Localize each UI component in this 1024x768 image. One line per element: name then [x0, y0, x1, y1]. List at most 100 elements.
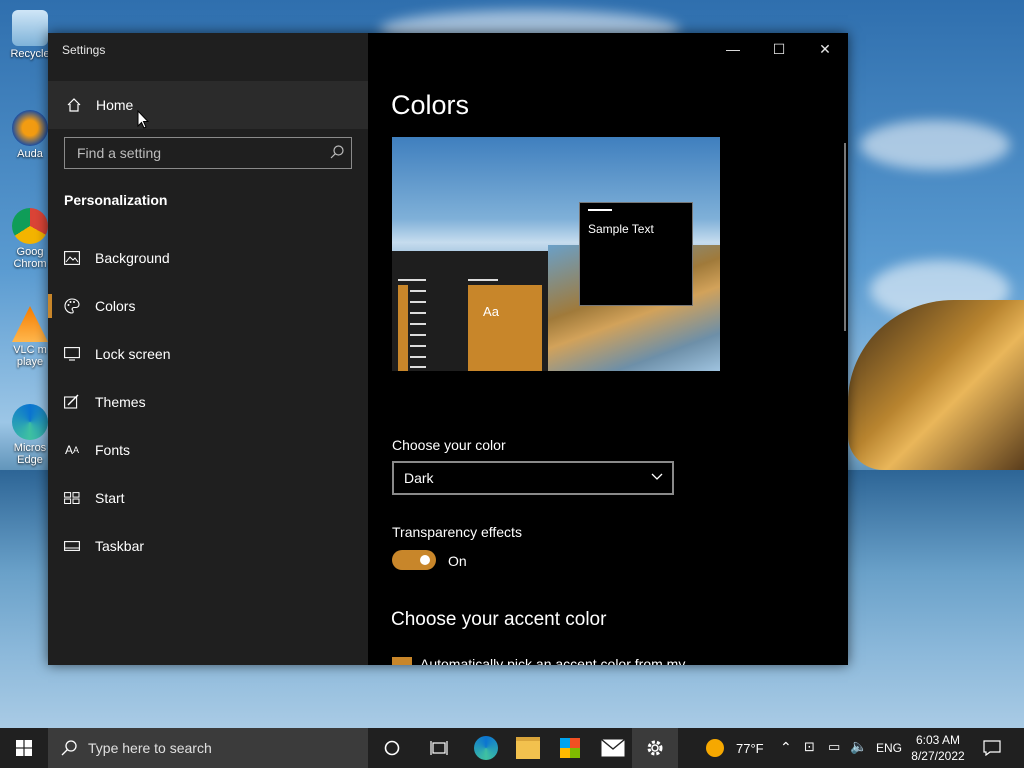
desktop-cloud	[860, 120, 1010, 170]
desktop-icon-audacity[interactable]: Auda	[6, 110, 54, 160]
desktop-rock	[848, 300, 1024, 470]
folder-icon	[516, 737, 540, 759]
image-icon	[64, 250, 80, 266]
meet-now-icon[interactable]: ⊡	[804, 739, 815, 755]
taskbar: Type here to search 77°F ⌃ ⊡ ▭ 🔈 ENG 6:0…	[0, 728, 1024, 768]
taskbar-icon	[64, 538, 80, 554]
preview-line	[410, 345, 426, 347]
vlc-icon	[12, 306, 48, 342]
chevron-down-icon	[651, 473, 663, 480]
choose-color-label: Choose your color	[392, 437, 506, 453]
store-button[interactable]	[547, 728, 593, 768]
notification-icon	[983, 740, 1001, 756]
sidebar-item-colors[interactable]: Colors	[48, 282, 368, 330]
sidebar-item-start[interactable]: Start	[48, 474, 368, 522]
preview-line	[410, 312, 426, 314]
cortana-button[interactable]	[369, 728, 415, 768]
weather-sun-icon	[706, 739, 724, 757]
home-icon	[67, 98, 81, 112]
preview-accent-strip	[398, 285, 408, 371]
language-indicator[interactable]: ENG	[876, 741, 902, 755]
accent-auto-checkbox[interactable]	[392, 657, 412, 665]
preview-line	[410, 334, 426, 336]
taskbar-search-placeholder: Type here to search	[88, 740, 212, 756]
toggle-knob	[420, 555, 430, 565]
preview-sample-bar	[588, 209, 612, 211]
window-title: Settings	[62, 43, 106, 57]
preview-line	[410, 290, 426, 292]
weather-temperature[interactable]: 77°F	[736, 741, 764, 756]
home-label: Home	[96, 97, 134, 113]
chrome-icon	[12, 208, 48, 244]
sidebar-item-label: Background	[95, 250, 170, 266]
choose-color-dropdown[interactable]: Dark	[392, 461, 674, 495]
transparency-label: Transparency effects	[392, 524, 522, 540]
preview-line	[410, 356, 426, 358]
desktop-icon-label: Auda	[17, 148, 43, 160]
sidebar-item-taskbar[interactable]: Taskbar	[48, 522, 368, 570]
sidebar-item-fonts[interactable]: AA Fonts	[48, 426, 368, 474]
sidebar-item-label: Fonts	[95, 442, 131, 458]
recycle-bin-icon	[12, 10, 48, 46]
preview-line	[410, 301, 426, 303]
start-button[interactable]	[0, 728, 48, 768]
sidebar-item-label: Taskbar	[95, 538, 145, 554]
settings-taskbar-button[interactable]	[632, 728, 678, 768]
speaker-muted-icon[interactable]: 🔈	[850, 738, 867, 755]
desktop-icon-label: Recycle	[10, 48, 50, 60]
preview-line	[410, 366, 426, 368]
palette-icon	[64, 298, 80, 314]
clock-date: 8/27/2022	[911, 749, 965, 763]
sidebar-item-background[interactable]: Background	[48, 234, 368, 282]
sidebar: Home Personalization Background Colors L…	[48, 33, 368, 665]
content-pane: Colors Aa Sample Text Choose your color	[368, 33, 848, 665]
sidebar-item-label: Colors	[95, 298, 136, 314]
color-preview: Aa Sample Text	[392, 137, 720, 371]
gear-icon	[647, 740, 663, 756]
accent-auto-label: Automatically pick an accent color from …	[420, 656, 686, 665]
mail-button[interactable]	[590, 728, 636, 768]
preview-sample-text: Sample Text	[588, 222, 654, 236]
transparency-toggle[interactable]	[392, 550, 436, 570]
cortana-icon	[384, 740, 400, 756]
sidebar-item-themes[interactable]: Themes	[48, 378, 368, 426]
task-view-icon	[430, 741, 448, 755]
notification-button[interactable]	[970, 728, 1014, 768]
desktop-icon-vlc[interactable]: VLC m playe	[6, 306, 54, 368]
sidebar-item-label: Themes	[95, 394, 146, 410]
start-tiles-icon	[64, 490, 80, 506]
page-title: Colors	[391, 90, 470, 120]
font-icon: AA	[64, 443, 80, 457]
desktop-icon-recycle-bin[interactable]: Recycle	[6, 10, 54, 60]
accent-color-title: Choose your accent color	[391, 609, 607, 630]
monitor-icon	[64, 346, 80, 362]
home-nav-item[interactable]: Home	[48, 81, 368, 129]
chevron-up-icon[interactable]: ⌃	[780, 739, 792, 756]
desktop-icon-chrome[interactable]: Goog Chrom	[6, 208, 54, 270]
task-view-button[interactable]	[416, 728, 462, 768]
desktop-icon-label: Goog Chrom	[13, 246, 47, 270]
mouse-cursor-icon	[137, 110, 149, 129]
brush-icon	[64, 394, 80, 410]
file-explorer-button[interactable]	[505, 728, 551, 768]
taskbar-search-box[interactable]: Type here to search	[48, 728, 368, 768]
choose-color-value: Dark	[404, 470, 434, 486]
scrollbar[interactable]	[844, 143, 846, 331]
desktop-icon-label: Micros Edge	[13, 442, 47, 466]
find-setting-input[interactable]	[75, 143, 319, 163]
mail-icon	[601, 739, 625, 757]
network-icon[interactable]: ▭	[828, 739, 840, 755]
clock[interactable]: 6:03 AM 8/27/2022	[905, 732, 971, 764]
preview-sample-window: Sample Text	[579, 202, 693, 306]
sidebar-item-lock-screen[interactable]: Lock screen	[48, 330, 368, 378]
search-icon	[330, 145, 344, 159]
sidebar-item-label: Lock screen	[95, 346, 171, 362]
edge-icon	[12, 404, 48, 440]
find-setting-search[interactable]	[64, 137, 352, 169]
audacity-icon	[12, 110, 48, 146]
edge-taskbar-button[interactable]	[463, 728, 509, 768]
preview-line	[398, 279, 426, 281]
section-title: Personalization	[64, 192, 168, 208]
sidebar-item-label: Start	[95, 490, 125, 506]
desktop-icon-edge[interactable]: Micros Edge	[6, 404, 54, 466]
